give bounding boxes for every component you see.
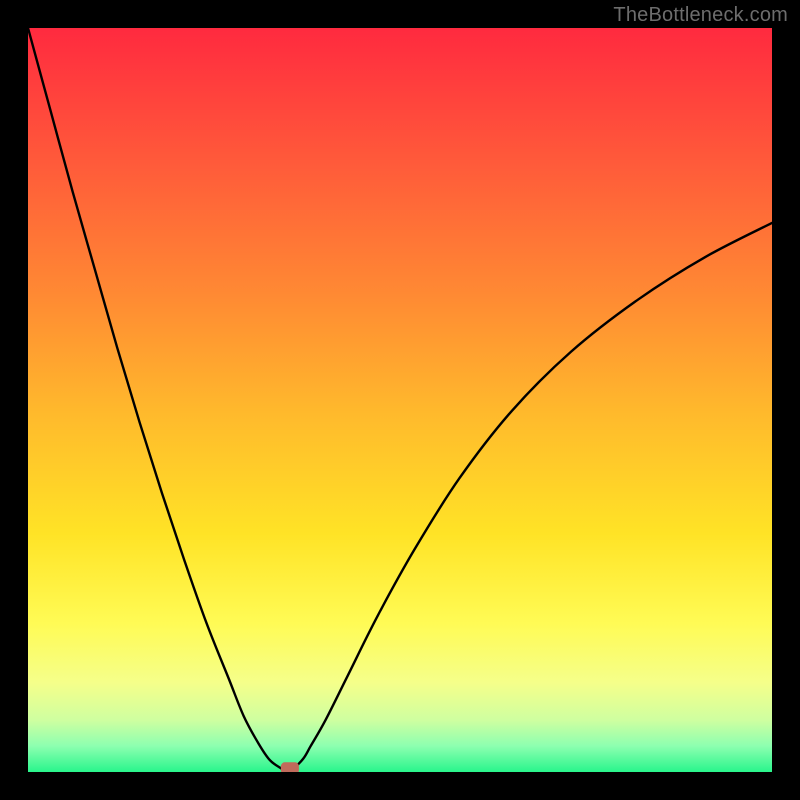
curve-minimum-marker (281, 762, 299, 772)
chart-background (28, 28, 772, 772)
chart-plot-area (28, 28, 772, 772)
chart-svg (28, 28, 772, 772)
outer-frame: TheBottleneck.com (0, 0, 800, 800)
watermark-text: TheBottleneck.com (613, 4, 788, 27)
